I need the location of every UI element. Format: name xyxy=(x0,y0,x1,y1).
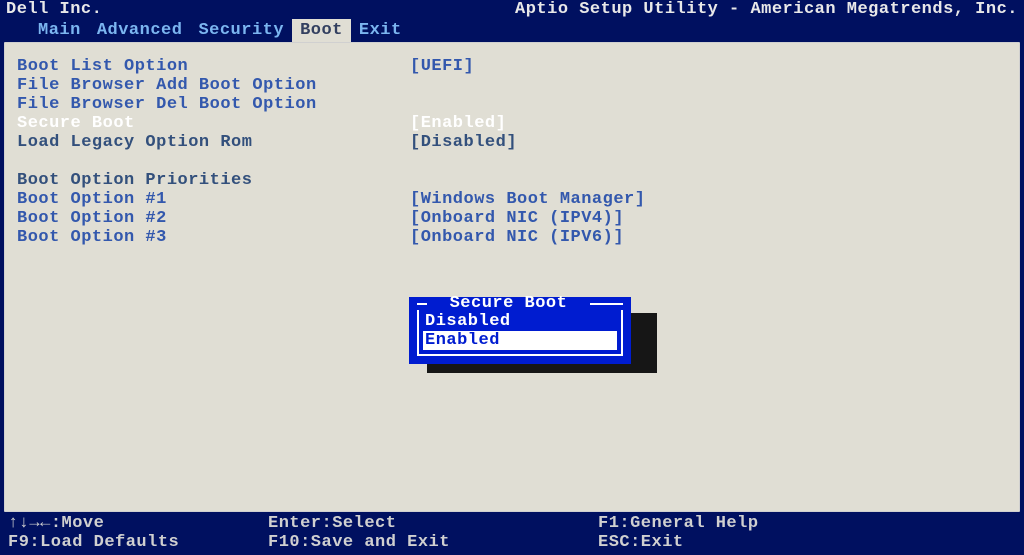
boot-option-1-label: Boot Option #1 xyxy=(17,190,410,209)
bios-menubar: Main Advanced Security Boot Exit xyxy=(0,19,1024,42)
footer-f10: F10:Save and Exit xyxy=(268,533,598,552)
footer-enter: Enter:Select xyxy=(268,514,598,533)
priorities-title: Boot Option Priorities xyxy=(17,171,410,190)
menu-main[interactable]: Main xyxy=(30,19,89,42)
file-browser-del-row[interactable]: File Browser Del Boot Option xyxy=(17,95,1011,114)
vendor-label: Dell Inc. xyxy=(6,0,102,19)
boot-list-option-row[interactable]: Boot List Option [UEFI] xyxy=(17,57,1011,76)
popup-option-enabled[interactable]: Enabled xyxy=(423,331,617,350)
boot-option-1-value: [Windows Boot Manager] xyxy=(410,190,645,209)
boot-option-3-label: Boot Option #3 xyxy=(17,228,410,247)
file-browser-add-label: File Browser Add Boot Option xyxy=(17,76,410,95)
popup-title: Secure Boot xyxy=(435,294,582,313)
menu-boot[interactable]: Boot xyxy=(292,19,351,42)
boot-option-2-label: Boot Option #2 xyxy=(17,209,410,228)
arrow-keys-icon: ↑↓→← xyxy=(8,514,51,533)
boot-option-2-row[interactable]: Boot Option #2 [Onboard NIC (IPV4)] xyxy=(17,209,1011,228)
secure-boot-popup: Secure Boot Disabled Enabled xyxy=(409,297,631,364)
boot-list-option-label: Boot List Option xyxy=(17,57,410,76)
footer-move: ↑↓→←:Move xyxy=(8,514,268,533)
content-panel: Boot List Option [UEFI] File Browser Add… xyxy=(4,42,1020,512)
load-legacy-label: Load Legacy Option Rom xyxy=(17,133,410,152)
boot-option-2-value: [Onboard NIC (IPV4)] xyxy=(410,209,624,228)
menu-security[interactable]: Security xyxy=(190,19,292,42)
secure-boot-label: Secure Boot xyxy=(17,114,410,133)
footer-f9: F9:Load Defaults xyxy=(8,533,268,552)
footer-esc: ESC:Exit xyxy=(598,533,1016,552)
utility-label: Aptio Setup Utility - American Megatrend… xyxy=(515,0,1018,19)
boot-option-1-row[interactable]: Boot Option #1 [Windows Boot Manager] xyxy=(17,190,1011,209)
bios-titlebar: Dell Inc. Aptio Setup Utility - American… xyxy=(0,0,1024,19)
menu-advanced[interactable]: Advanced xyxy=(89,19,191,42)
load-legacy-value: [Disabled] xyxy=(410,133,517,152)
load-legacy-row[interactable]: Load Legacy Option Rom [Disabled] xyxy=(17,133,1011,152)
file-browser-del-label: File Browser Del Boot Option xyxy=(17,95,410,114)
boot-list-option-value: [UEFI] xyxy=(410,57,474,76)
boot-option-3-value: [Onboard NIC (IPV6)] xyxy=(410,228,624,247)
bios-footer: ↑↓→←:Move Enter:Select F1:General Help F… xyxy=(0,512,1024,552)
footer-f1: F1:General Help xyxy=(598,514,1016,533)
secure-boot-value: [Enabled] xyxy=(410,114,506,133)
file-browser-add-row[interactable]: File Browser Add Boot Option xyxy=(17,76,1011,95)
popup-option-disabled[interactable]: Disabled xyxy=(423,312,617,331)
priorities-title-row: Boot Option Priorities xyxy=(17,171,1011,190)
boot-option-3-row[interactable]: Boot Option #3 [Onboard NIC (IPV6)] xyxy=(17,228,1011,247)
secure-boot-row[interactable]: Secure Boot [Enabled] xyxy=(17,114,1011,133)
menu-exit[interactable]: Exit xyxy=(351,19,410,42)
